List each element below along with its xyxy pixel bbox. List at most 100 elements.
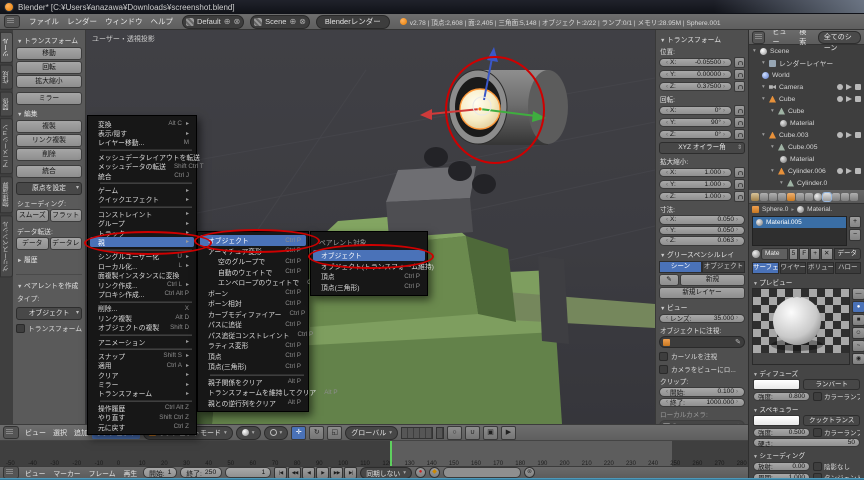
expand-icon[interactable]: ▾ [762,96,767,102]
lock-icon[interactable] [734,167,745,178]
menu-item[interactable]: 自動のウェイトで Ctrl P [198,267,308,278]
manipulator-scale-button[interactable]: ◱ [327,426,342,440]
fake-user-button[interactable]: F [799,248,809,260]
shading-panel-header[interactable]: シェーディング [753,450,864,460]
dimension-field[interactable]: Y:0.050 [659,226,745,236]
lock-icon[interactable] [734,81,745,92]
menu-item[interactable]: 変換 Alt C ▸ [88,119,196,128]
active-keying-set-field[interactable] [443,467,521,479]
toolshelf-tab[interactable]: 関係 [0,92,13,117]
lock-icon[interactable] [734,179,745,190]
scene-selector[interactable]: Scene ⊕ ⊗ [250,15,310,29]
auto-keyframe-record-button[interactable]: ● [415,467,426,478]
preview-hair-button[interactable]: ~ [852,340,864,352]
shade-flat-button[interactable]: フラット [50,209,83,222]
diffuse-panel-header[interactable]: ディフューズ [753,368,864,378]
menu-item[interactable]: ミラー ▸ [88,379,196,388]
lock-icon[interactable] [734,105,745,116]
outliner-row[interactable]: Material [749,117,864,129]
preview-world-button[interactable]: ◉ [852,353,864,365]
menu-item[interactable]: 表示/隠す ▸ [88,128,196,137]
material-name-field[interactable]: Mate [761,248,788,260]
transfer-data-layout-button[interactable]: データレ [50,237,83,250]
prev-keyframe-button[interactable]: ◀◀ [288,467,301,479]
tool-button[interactable]: リンク複製 [16,134,82,147]
breadcrumb-material[interactable]: Material. [807,206,832,213]
remove-slot-button[interactable]: − [849,229,861,241]
clip-end-field[interactable]: 終了:1000.000 [659,398,745,408]
transfer-data-button[interactable]: データ [16,237,49,250]
toolshelf-tab[interactable]: 作成 [0,65,13,90]
menu-item[interactable]: ラティス変形 Ctrl P [198,340,308,351]
tool-button[interactable]: 複製 [16,120,82,133]
shadeless-checkbox[interactable] [813,462,822,471]
menu-item[interactable]: クイックエフェクト ▸ [88,195,196,204]
breadcrumb-object[interactable]: Sphere.0 [762,206,788,213]
scale-field[interactable]: Z:1.000 [659,192,732,202]
lock-icon[interactable] [734,191,745,202]
visibility-icon[interactable] [837,132,843,138]
menu-item[interactable]: アニメーション ▸ [88,337,196,346]
menu-item[interactable]: オブジェクト [313,250,425,261]
tool-button[interactable]: 移動 [16,47,82,60]
clip-start-field[interactable]: 開始:0.100 [659,387,745,397]
selectability-icon[interactable] [846,168,852,174]
menu-item[interactable]: アーマチュア変形 Ctrl P [198,246,308,257]
add-layout-icon[interactable]: ⊕ [224,17,231,26]
tool-button[interactable]: 拡大縮小 [16,75,82,88]
manipulator-translate-button[interactable]: ✛ [291,426,306,440]
edit-panel-header[interactable]: 編集 [17,108,82,118]
lock-camera-checkbox[interactable] [659,365,668,374]
users-count-button[interactable]: 5 [789,248,799,260]
menubar-item[interactable]: ウィンドウ [102,16,146,27]
material-slot-active[interactable]: Material.005 [753,217,846,228]
toolshelf-tab[interactable]: グリースペンシル [0,215,13,277]
menu-item[interactable]: 統合 Ctrl J [88,171,196,180]
unlink-material-button[interactable]: ✕ [821,248,832,260]
menu-item[interactable]: ボーン相対 Ctrl P [198,298,308,309]
timeline[interactable]: -50-40-30-20-100102030405060708090100110… [0,440,748,467]
preview-cube-button[interactable]: ■ [852,314,864,326]
menu-item[interactable]: スナップ Shift S ▸ [88,351,196,360]
specular-panel-header[interactable]: スペキュラー [753,404,864,414]
lock-to-scene-icon[interactable] [436,427,444,439]
transform-panel-header[interactable]: トランスフォーム [17,35,82,45]
expand-icon[interactable]: ▾ [753,48,758,54]
menu-item[interactable]: 操作履歴 Ctrl Alt Z [88,403,196,412]
pivot-point-dropdown[interactable] [264,426,289,440]
outliner-row[interactable]: ▾ Cylinder.006 [749,165,864,177]
menu-item[interactable]: パスに追従 Ctrl P [198,319,308,330]
editor-type-button[interactable] [4,15,20,28]
lock-icon[interactable] [734,117,745,128]
transform-panel-header[interactable]: トランスフォーム [660,34,745,44]
clear-keying-set-button[interactable]: ⊗ [524,467,535,478]
menu-item[interactable]: メッシュデータの転送 Shift Ctrl T [88,162,196,171]
keying-set-icon[interactable]: ◆ [429,467,440,478]
outliner-row[interactable]: ▾ Camera [749,81,864,93]
lens-field[interactable]: レンズ:35.000 [659,314,745,324]
parent-type-dropdown[interactable]: オブジェクト [16,307,82,320]
dimension-field[interactable]: X:0.050 [659,215,745,225]
selectability-icon[interactable] [846,132,852,138]
render-icon[interactable] [760,193,768,201]
proportional-edit-dropdown[interactable]: ○ [447,426,462,440]
outliner-row[interactable]: ▾ Cube [749,105,864,117]
transform-orientation-dropdown[interactable]: グローバル [345,426,398,440]
gp-object-button[interactable]: オブジェクト [702,261,745,273]
expand-icon[interactable]: ▾ [762,132,767,138]
properties-menu-icon[interactable] [751,193,759,201]
expand-icon[interactable]: ▾ [762,60,767,66]
render-opengl-anim-button[interactable]: ▶ [501,426,516,440]
menu-item[interactable]: 適用 Ctrl A ▸ [88,361,196,370]
menu-item[interactable]: 親 ▸ [90,237,194,246]
dimension-field[interactable]: Z:0.063 [659,236,745,246]
shade-smooth-button[interactable]: スムーズ [16,209,49,222]
expand-icon[interactable]: ▾ [771,168,776,174]
menu-item[interactable]: グループ ▸ [88,219,196,228]
location-field[interactable]: Z:0.37500 [659,82,732,92]
add-slot-button[interactable]: + [849,216,861,228]
render-engine-selector[interactable]: Blenderレンダー [316,15,390,29]
texture-icon[interactable] [832,193,840,201]
menu-item[interactable]: 頂点 Ctrl P [198,351,308,362]
lock-icon[interactable] [734,129,745,140]
